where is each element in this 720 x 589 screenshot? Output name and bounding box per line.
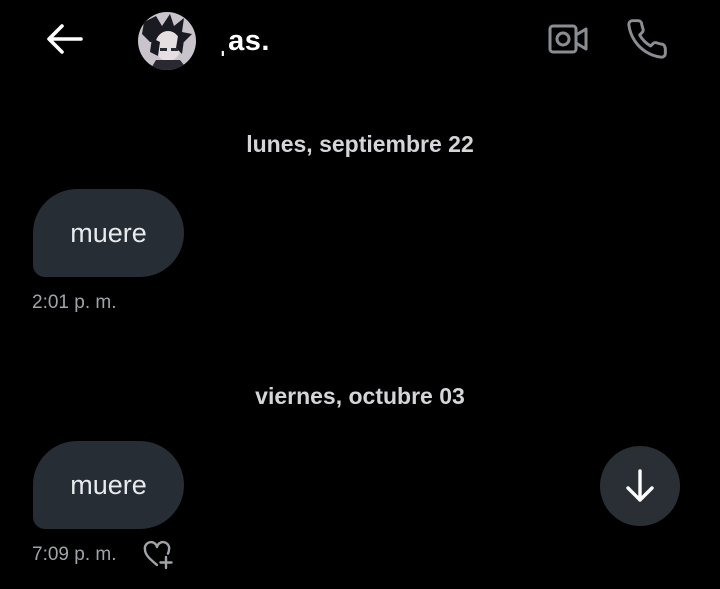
heart-plus-icon — [143, 540, 173, 570]
contact-name[interactable]: ˌas. — [218, 24, 270, 58]
phone-icon — [627, 19, 667, 59]
add-reaction-button[interactable] — [141, 540, 177, 570]
date-separator: viernes, octubre 03 — [255, 383, 465, 409]
video-call-button[interactable] — [544, 18, 592, 60]
video-camera-icon — [548, 24, 588, 54]
chat-header: ˌas. — [0, 0, 720, 80]
back-button[interactable] — [40, 18, 88, 60]
message-timestamp: 7:09 p. m. — [32, 544, 117, 565]
message-bubble[interactable]: muere — [33, 441, 184, 529]
avatar-image — [138, 12, 196, 70]
message-bubble[interactable]: muere — [33, 189, 184, 277]
contact-avatar[interactable] — [138, 12, 196, 70]
message-timestamp: 2:01 p. m. — [32, 292, 117, 313]
voice-call-button[interactable] — [622, 14, 672, 64]
back-arrow-icon — [47, 24, 83, 54]
arrow-down-icon — [626, 469, 654, 502]
scroll-to-bottom-button[interactable] — [600, 446, 680, 526]
date-separator: lunes, septiembre 22 — [246, 131, 474, 157]
